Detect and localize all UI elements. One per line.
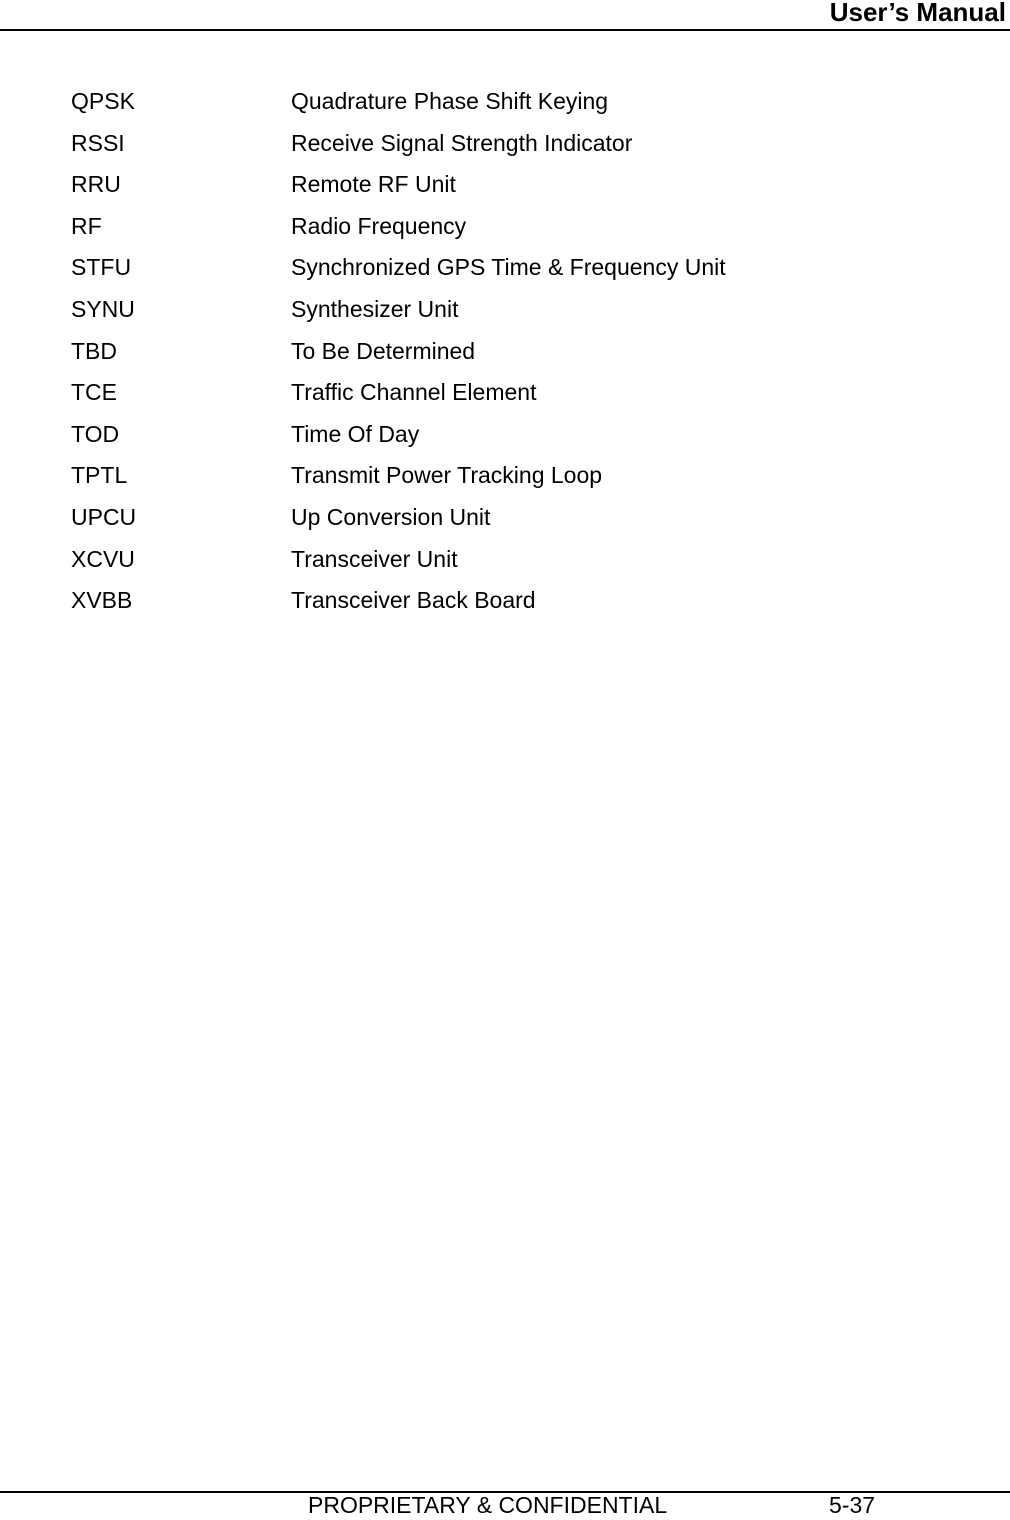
- glossary-abbreviation: TPTL: [71, 462, 128, 489]
- glossary-abbreviation: XVBB: [71, 587, 133, 614]
- glossary-definition: Time Of Day: [291, 420, 420, 447]
- glossary-abbreviation: TBD: [71, 337, 117, 364]
- glossary-definition: Traffic Channel Element: [291, 379, 537, 406]
- glossary-abbreviation: TCE: [71, 379, 117, 406]
- glossary-definition: Synchronized GPS Time & Frequency Unit: [291, 254, 726, 281]
- glossary-abbreviation: QPSK: [71, 88, 135, 114]
- glossary-definition: Remote RF Unit: [291, 171, 456, 198]
- glossary-abbreviation: SYNU: [71, 295, 135, 322]
- page-header-title: User’s Manual: [829, 0, 1006, 27]
- glossary-abbreviation: RRU: [71, 171, 121, 198]
- glossary-abbreviation: RSSI: [71, 129, 125, 156]
- glossary-definition: To Be Determined: [291, 337, 476, 364]
- header-divider: [0, 29, 1010, 31]
- glossary-abbreviation: UPCU: [71, 503, 137, 530]
- glossary-abbreviation: XCVU: [71, 545, 135, 572]
- glossary-definition: Transceiver Back Board: [291, 587, 536, 614]
- glossary-definition: Synthesizer Unit: [291, 295, 459, 322]
- glossary-definition: Quadrature Phase Shift Keying: [291, 88, 609, 114]
- glossary-abbreviation: RF: [71, 212, 102, 239]
- glossary-definition: Transmit Power Tracking Loop: [291, 462, 603, 489]
- glossary-abbreviation: TOD: [71, 420, 120, 447]
- glossary-definition: Transceiver Unit: [291, 545, 458, 572]
- glossary-definition: Radio Frequency: [291, 212, 467, 239]
- glossary-abbreviation: STFU: [71, 254, 132, 281]
- glossary-definition: Receive Signal Strength Indicator: [291, 129, 633, 156]
- glossary-definition: Up Conversion Unit: [291, 503, 491, 530]
